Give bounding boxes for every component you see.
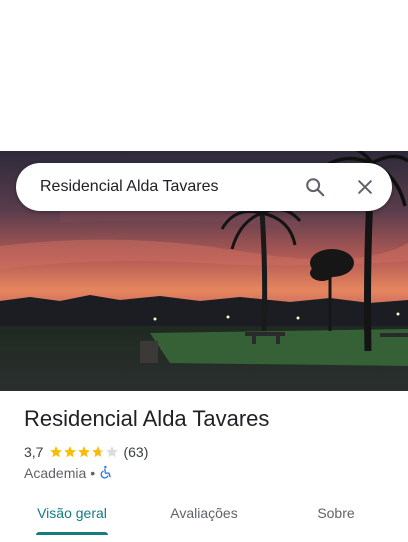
close-icon[interactable] [351, 173, 379, 201]
place-category[interactable]: Academia [24, 465, 86, 481]
wheelchair-accessible-icon [99, 465, 113, 482]
star-icon [78, 446, 91, 458]
search-icon[interactable] [301, 173, 329, 201]
review-count[interactable]: (63) [123, 444, 148, 460]
tab-reviews[interactable]: Avaliações [152, 496, 256, 530]
star-rating [49, 445, 119, 459]
star-half-icon [92, 446, 105, 458]
rating-row[interactable]: 3,7 (63) [24, 443, 148, 461]
star-icon [50, 446, 63, 458]
rating-value: 3,7 [24, 444, 44, 460]
active-tab-indicator [36, 532, 108, 535]
tab-overview[interactable]: Visão geral [20, 496, 124, 530]
place-tabs: Visão geral Avaliações Sobre [0, 496, 408, 542]
search-input[interactable]: Residencial Alda Tavares [40, 163, 218, 211]
separator: • [90, 465, 96, 481]
star-icon [64, 446, 77, 458]
tab-about[interactable]: Sobre [284, 496, 388, 530]
star-empty-icon [106, 446, 119, 458]
place-title: Residencial Alda Tavares [24, 406, 270, 431]
search-bar[interactable]: Residencial Alda Tavares [16, 163, 392, 211]
category-row: Academia • [24, 464, 113, 482]
